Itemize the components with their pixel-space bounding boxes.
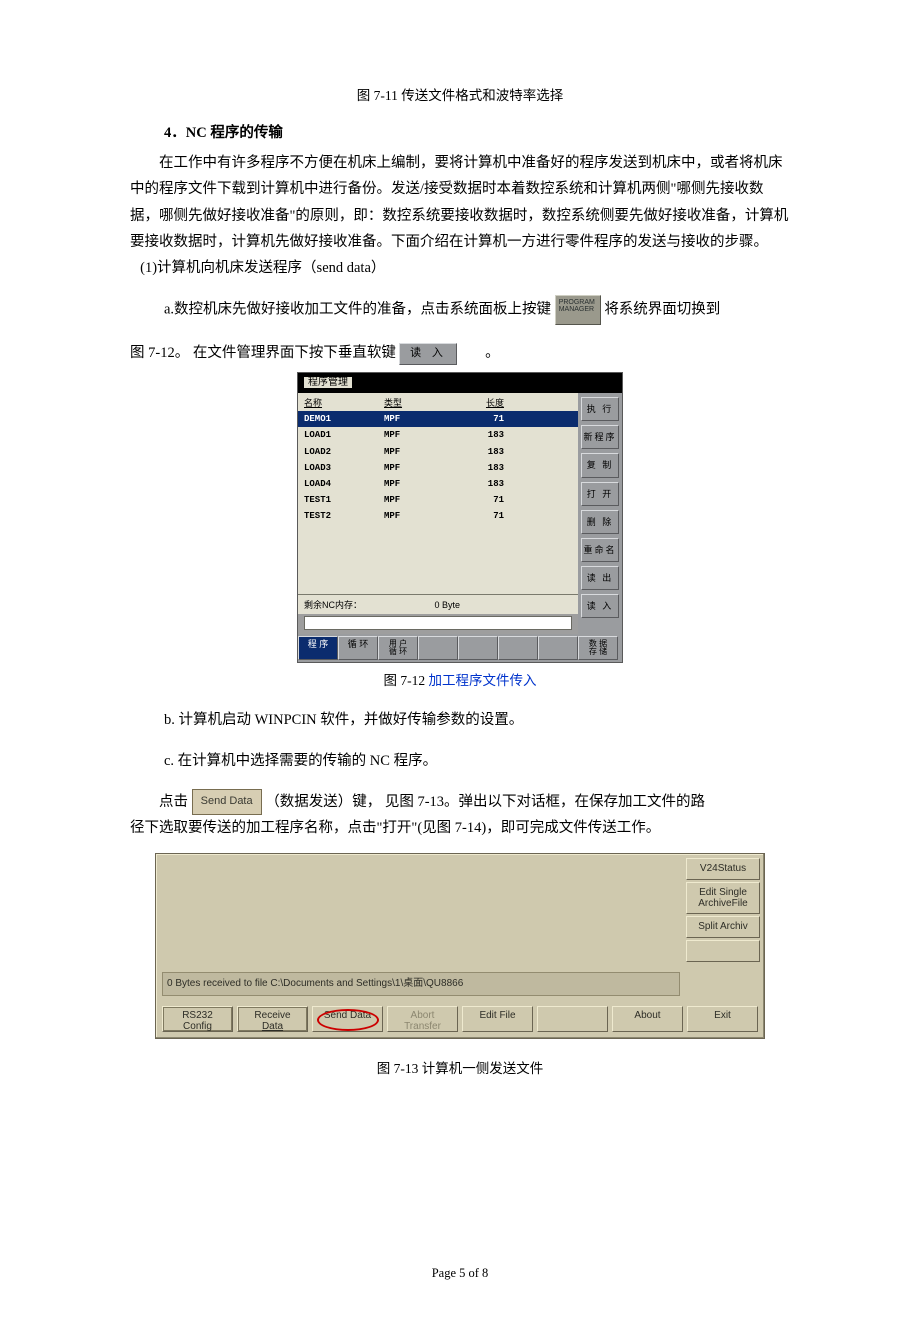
heading-nc-transfer: 4．NC 程序的传输 [164, 120, 790, 146]
table-row[interactable]: TEST2 MPF 71 [298, 508, 578, 524]
softkey-program[interactable]: 程 序 [298, 636, 338, 660]
step-a-line2: 图 7-12。 在文件管理界面下按下垂直软键 读 入 。 [130, 340, 790, 366]
col-type: 类型 [384, 395, 444, 411]
softkey-new-program[interactable]: 新程序 [581, 425, 619, 449]
figure-7-12-cnc-screen: 程序管理 名称 类型 长度 DEMO1 MPF 71 [297, 372, 623, 663]
table-row[interactable]: TEST1 MPF 71 [298, 492, 578, 508]
step-a-line1: a.数控机床先做好接收加工文件的准备，点击系统面板上按键 PROGRAM MAN… [164, 295, 790, 325]
softkey-open[interactable]: 打 开 [581, 482, 619, 506]
step-a-pre: a.数控机床先做好接收加工文件的准备，点击系统面板上按键 [164, 302, 551, 318]
pm-line2: MANAGER [559, 306, 594, 313]
caption-7-11: 图 7-11 传送文件格式和波特率选择 [130, 84, 790, 108]
table-row[interactable]: LOAD3 MPF 183 [298, 460, 578, 476]
step-click-senddata-2: 径下选取要传送的加工程序名称，点击"打开"(见图 7-14)，即可完成文件传送工… [130, 815, 790, 841]
step-b: b. 计算机启动 WINPCIN 软件，并做好传输参数的设置。 [164, 707, 790, 733]
btn-receive-data[interactable]: Receive Data [237, 1006, 308, 1032]
col-name: 名称 [304, 395, 384, 411]
pm-line1: PROGRAM [559, 299, 595, 306]
col-length: 长度 [444, 395, 504, 411]
softkey-blank[interactable] [538, 636, 578, 660]
figure-7-13-winpcin: 0 Bytes received to file C:\Documents an… [155, 853, 765, 1039]
step-click-senddata-1: 点击 Send Data （数据发送）键， 见图 7-13。弹出以下对话框，在保… [130, 789, 790, 816]
softkey-read-in[interactable]: 读 入 [581, 594, 619, 618]
caption-7-13: 图 7-13 计算机一侧发送文件 [130, 1057, 790, 1081]
btn-edit-file[interactable]: Edit File [462, 1006, 533, 1032]
read-in-softkey[interactable]: 读 入 [399, 343, 457, 365]
btn-edit-single-archive[interactable]: Edit Single ArchiveFile [686, 882, 760, 914]
softkey-copy[interactable]: 复 制 [581, 453, 619, 477]
pcin-status-bar: 0 Bytes received to file C:\Documents an… [162, 972, 680, 996]
step-a2-post: 。 [485, 345, 500, 361]
btn-v24status[interactable]: V24Status [686, 858, 760, 880]
page-number: Page 5 of 8 [130, 1262, 790, 1285]
btn-split-archiv[interactable]: Split Archiv [686, 916, 760, 938]
paragraph-intro: 在工作中有许多程序不方便在机床上编制，要将计算机中准备好的程序发送到机床中，或者… [130, 150, 790, 254]
softkey-blank[interactable] [498, 636, 538, 660]
cnc-title-bar: 程序管理 [298, 373, 622, 393]
send-data-button-inline[interactable]: Send Data [192, 789, 262, 815]
softkey-delete[interactable]: 删 除 [581, 510, 619, 534]
cnc-table-headers: 名称 类型 长度 [298, 393, 578, 411]
btn-abort-transfer[interactable]: Abort Transfer [387, 1006, 458, 1032]
table-row[interactable]: LOAD2 MPF 183 [298, 444, 578, 460]
pcin-bottom-toolbar: RS232 Config Receive Data Send Data Abor… [156, 1002, 764, 1038]
softkey-rename[interactable]: 重命名 [581, 538, 619, 562]
step-a-post: 将系统界面切换到 [604, 302, 720, 318]
cnc-title-text: 程序管理 [304, 377, 352, 388]
btn-blank[interactable] [537, 1006, 608, 1032]
caption-7-12: 图 7-12 加工程序文件传入 [130, 669, 790, 693]
btn-send-data[interactable]: Send Data [312, 1006, 383, 1032]
table-row[interactable]: DEMO1 MPF 71 [298, 411, 578, 427]
table-row[interactable]: LOAD1 MPF 183 [298, 427, 578, 443]
softkey-user-cycle[interactable]: 用 户 循 环 [378, 636, 418, 660]
btn-exit[interactable]: Exit [687, 1006, 758, 1032]
softkey-read-out[interactable]: 读 出 [581, 566, 619, 590]
step-a2-pre: 图 7-12。 在文件管理界面下按下垂直软键 [130, 345, 396, 361]
softkey-blank[interactable] [458, 636, 498, 660]
cnc-input-field[interactable] [304, 616, 572, 630]
softkey-execute[interactable]: 执 行 [581, 397, 619, 421]
program-manager-button[interactable]: PROGRAM MANAGER [555, 295, 601, 325]
cnc-memory-status: 剩余NC内存： 0 Byte [298, 594, 578, 613]
btn-about[interactable]: About [612, 1006, 683, 1032]
cnc-horizontal-softkeys: 程 序 循 环 用 户 循 环 数 据 存 储 [298, 634, 622, 662]
softkey-blank[interactable] [418, 636, 458, 660]
btn-blank[interactable] [686, 940, 760, 962]
softkey-cycle[interactable]: 循 环 [338, 636, 378, 660]
pcin-main-area [162, 860, 680, 970]
step-1-send-data: (1)计算机向机床发送程序（send data） [130, 255, 790, 281]
btn-rs232-config[interactable]: RS232 Config [162, 1006, 233, 1032]
table-row[interactable]: LOAD4 MPF 183 [298, 476, 578, 492]
softkey-data-store[interactable]: 数 据 存 储 [578, 636, 618, 660]
pcin-side-toolbar: V24Status Edit Single ArchiveFile Split … [686, 854, 764, 1002]
cnc-vertical-softkeys: 执 行 新程序 复 制 打 开 删 除 重命名 读 出 读 入 [578, 393, 622, 634]
step-c: c. 在计算机中选择需要的传输的 NC 程序。 [164, 748, 790, 774]
